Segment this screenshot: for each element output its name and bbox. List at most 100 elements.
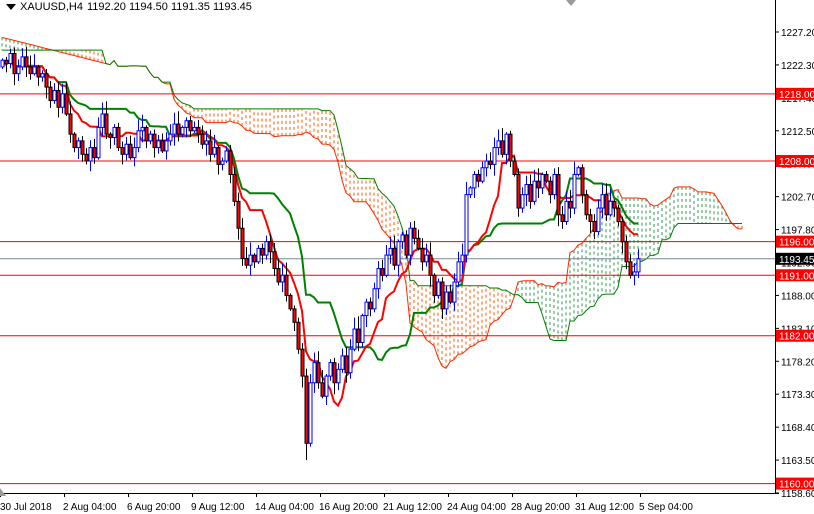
candle-body	[460, 254, 465, 263]
x-tick-label: 14 Aug 04:00	[255, 502, 314, 513]
candle-body	[592, 221, 597, 233]
candle-body	[416, 237, 421, 249]
bullish-candle	[308, 374, 313, 447]
bullish-candle	[220, 157, 225, 171]
level-price-label: 1182.00	[779, 332, 814, 343]
candle-body	[500, 140, 505, 155]
bearish-candle	[588, 208, 593, 233]
candle-body	[60, 93, 65, 108]
bullish-candle	[132, 137, 137, 167]
bullish-candle	[348, 339, 353, 379]
candle-body	[476, 173, 481, 182]
candle-body	[152, 133, 157, 149]
bearish-candle	[620, 216, 625, 254]
candle-body	[28, 66, 33, 75]
candle-body	[328, 362, 333, 377]
bullish-candle	[148, 130, 153, 145]
candle-body	[420, 247, 425, 263]
bearish-candle	[544, 171, 549, 184]
bullish-candle	[360, 313, 365, 348]
bullish-candle	[572, 161, 577, 215]
candle-body	[388, 247, 393, 256]
y-tick-label: 1227.20	[781, 28, 814, 39]
candle-body	[576, 167, 581, 175]
bearish-candle	[592, 214, 597, 239]
chart-shift-marker-icon[interactable]	[566, 0, 576, 6]
bullish-candle	[464, 181, 469, 263]
level-price-label: 1218.00	[779, 90, 814, 101]
candle-body	[620, 221, 625, 243]
bullish-candle	[496, 129, 501, 155]
candle-body	[596, 207, 601, 233]
x-tick-label: 9 Aug 12:00	[191, 502, 245, 513]
candle-body	[168, 133, 173, 142]
bearish-candle	[200, 125, 205, 149]
bearish-candle	[288, 293, 293, 311]
horizontal-levels[interactable]	[0, 93, 775, 485]
bullish-candle	[352, 317, 357, 352]
candle-body	[40, 73, 45, 78]
bullish-candle	[156, 134, 161, 154]
price-chart[interactable]: 1227.201222.301217.401212.501207.601202.…	[0, 0, 814, 514]
candle-body	[220, 160, 225, 165]
candle-body	[128, 143, 133, 159]
bullish-candle	[596, 199, 601, 235]
bullish-candle	[112, 124, 117, 145]
candle-body	[320, 382, 325, 397]
candle-body	[188, 120, 193, 132]
bearish-candle	[568, 189, 573, 219]
bullish-candle	[52, 83, 57, 104]
candle-body	[304, 375, 309, 444]
candle-body	[444, 291, 449, 310]
bearish-candle	[428, 242, 433, 287]
bullish-candle	[372, 282, 377, 313]
candle-body	[80, 140, 85, 155]
candle-body	[68, 113, 73, 135]
bullish-candle	[436, 278, 441, 299]
candle-body	[212, 147, 217, 155]
candle-body	[224, 150, 229, 162]
candle-body	[372, 288, 377, 310]
candle-body	[84, 153, 89, 162]
candle-body	[284, 274, 289, 296]
y-tick-label: 1222.30	[781, 61, 814, 72]
y-tick-label: 1178.20	[781, 357, 814, 368]
bearish-candle	[152, 129, 157, 158]
candle-body	[272, 251, 277, 270]
candle-body	[428, 254, 433, 276]
bullish-candle	[0, 58, 5, 69]
y-tick-label: 1188.00	[781, 291, 814, 302]
bearish-candle	[604, 183, 609, 221]
bearish-candle	[516, 168, 521, 217]
candle-body	[108, 133, 113, 139]
level-price-label: 1191.00	[779, 271, 814, 282]
scroll-marker-icon	[0, 488, 6, 496]
candle-body	[216, 147, 221, 165]
candle-body	[364, 301, 369, 317]
bullish-candle	[136, 119, 141, 153]
candle-body	[424, 254, 429, 263]
candle-body	[44, 73, 49, 88]
bearish-candle	[12, 47, 17, 86]
bearish-candle	[548, 176, 553, 204]
candle-body	[456, 261, 461, 283]
bullish-candle	[384, 245, 389, 278]
candle-body	[504, 133, 509, 155]
candle-body	[560, 214, 565, 223]
bearish-candle	[196, 120, 201, 143]
candle-body	[384, 254, 389, 276]
bearish-candle	[560, 206, 565, 229]
candle-body	[436, 281, 441, 296]
candle-body	[564, 200, 569, 223]
candle-body	[312, 362, 317, 384]
bullish-candle	[492, 137, 497, 176]
y-tick-label: 1158.60	[781, 489, 814, 500]
candle-body	[520, 194, 525, 209]
bearish-candle	[24, 46, 29, 78]
bearish-candle	[228, 144, 233, 184]
candle-body	[256, 247, 261, 263]
x-tick-label: 6 Aug 20:00	[127, 502, 181, 513]
bullish-candle	[20, 48, 25, 71]
bearish-candle	[144, 125, 149, 149]
candle-body	[136, 130, 141, 149]
